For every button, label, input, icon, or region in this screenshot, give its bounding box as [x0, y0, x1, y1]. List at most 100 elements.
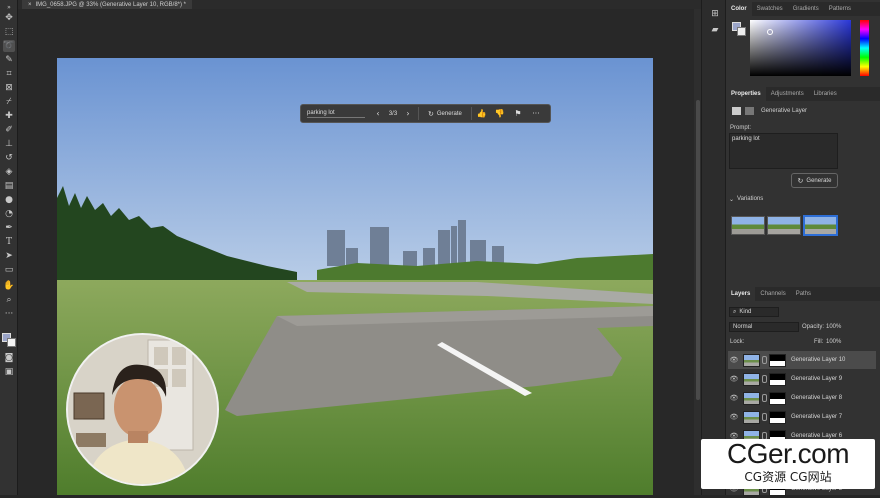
- variation-thumbnail-2[interactable]: [767, 216, 801, 235]
- flag-icon[interactable]: ⚑: [511, 109, 525, 118]
- visibility-eye-icon[interactable]: 👁: [728, 413, 740, 421]
- blend-mode-dropdown[interactable]: Normal: [729, 322, 799, 332]
- background-color-swatch[interactable]: [7, 338, 16, 347]
- chevron-down-icon: ⌄: [729, 197, 735, 203]
- variation-counter: 3/3: [388, 110, 398, 117]
- prompt-input[interactable]: parking lot: [307, 110, 365, 118]
- thumbs-down-icon[interactable]: 👎: [493, 109, 507, 118]
- tab-color[interactable]: Color: [726, 2, 752, 16]
- link-icon: [762, 413, 767, 421]
- layer-mask-thumbnail: [769, 353, 786, 367]
- brush-tool-icon[interactable]: ✐: [3, 124, 15, 136]
- lasso-tool-icon[interactable]: ➰: [3, 40, 15, 52]
- quick-mask-icon[interactable]: ◙: [3, 352, 15, 364]
- layer-thumbnail: [743, 391, 760, 405]
- filter-kind-value: Kind: [739, 309, 752, 315]
- fill-value[interactable]: 100%: [826, 339, 841, 345]
- marquee-tool-icon[interactable]: ⬚: [3, 26, 15, 38]
- refresh-icon: ↻: [797, 176, 804, 185]
- link-icon: [762, 394, 767, 402]
- tab-channels[interactable]: Channels: [755, 287, 790, 301]
- tab-paths[interactable]: Paths: [791, 287, 816, 301]
- clone-stamp-tool-icon[interactable]: ⊥: [3, 138, 15, 150]
- divider: [470, 107, 472, 120]
- tab-layers[interactable]: Layers: [726, 287, 756, 301]
- visibility-eye-icon[interactable]: 👁: [728, 356, 740, 364]
- right-panels: Color Swatches Gradients Patterns Proper…: [726, 0, 880, 496]
- previous-variation-icon[interactable]: ‹: [371, 109, 385, 118]
- rectangle-tool-icon[interactable]: ▭: [3, 264, 15, 276]
- watermark-title: CGer.com: [726, 438, 850, 469]
- close-tab-icon[interactable]: ×: [28, 2, 32, 8]
- layer-row-generative-8[interactable]: 👁 Generative Layer 8: [728, 389, 876, 407]
- mask-icon: [745, 107, 754, 115]
- frame-tool-icon[interactable]: ⊠: [3, 82, 15, 94]
- color-panel-tabs: Color Swatches Gradients Patterns: [726, 2, 880, 16]
- layer-name: Generative Layer 10: [791, 357, 846, 363]
- prompt-textarea[interactable]: parking lot: [729, 133, 838, 169]
- type-tool-icon[interactable]: T: [3, 236, 15, 248]
- tab-swatches[interactable]: Swatches: [752, 2, 788, 16]
- zoom-tool-icon[interactable]: ⌕: [3, 294, 15, 306]
- hue-slider[interactable]: [860, 20, 869, 76]
- comments-panel-icon[interactable]: ▰: [709, 24, 721, 36]
- presenter-video: [68, 335, 217, 484]
- fill-label: Fill:: [814, 339, 824, 345]
- generate-button[interactable]: ↻ Generate: [422, 108, 468, 120]
- hand-tool-icon[interactable]: ✋: [3, 280, 15, 292]
- quick-select-tool-icon[interactable]: ✎: [3, 54, 15, 66]
- tab-patterns[interactable]: Patterns: [824, 2, 856, 16]
- layer-row-generative-10[interactable]: 👁 Generative Layer 10: [728, 351, 876, 369]
- properties-panel-tabs: Properties Adjustments Libraries: [726, 87, 880, 101]
- watermark-subtitle: CG资源 CG网站: [744, 470, 832, 484]
- document-tab[interactable]: × IMG_0658.JPG @ 33% (Generative Layer 1…: [22, 0, 193, 9]
- eyedropper-tool-icon[interactable]: ⌿: [3, 96, 15, 108]
- variation-thumbnail-3[interactable]: [803, 215, 838, 236]
- tab-adjustments[interactable]: Adjustments: [766, 87, 809, 101]
- visibility-eye-icon[interactable]: 👁: [728, 394, 740, 402]
- more-tools-icon[interactable]: ···: [3, 308, 15, 320]
- color-field[interactable]: [750, 20, 851, 76]
- layer-name: Generative Layer 8: [791, 395, 843, 401]
- blur-tool-icon[interactable]: ●: [3, 194, 15, 206]
- history-brush-tool-icon[interactable]: ↺: [3, 152, 15, 164]
- crop-tool-icon[interactable]: ⌗: [3, 68, 15, 80]
- layers-panel-tabs: Layers Channels Paths: [726, 287, 880, 301]
- tab-properties[interactable]: Properties: [726, 87, 766, 101]
- eraser-tool-icon[interactable]: ◈: [3, 166, 15, 178]
- screen-mode-icon[interactable]: ▣: [3, 366, 15, 378]
- bg-color-chip[interactable]: [737, 27, 746, 36]
- lock-label: Lock:: [730, 339, 745, 345]
- path-selection-tool-icon[interactable]: ➤: [3, 250, 15, 262]
- gradient-tool-icon[interactable]: ▤: [3, 180, 15, 192]
- watermark-logo: CGer.com CG资源 CG网站: [701, 439, 875, 489]
- layer-name: Generative Layer 7: [791, 414, 843, 420]
- color-picker-handle[interactable]: [767, 29, 773, 35]
- pen-tool-icon[interactable]: ✒: [3, 222, 15, 234]
- refresh-icon: ↻: [428, 109, 434, 118]
- visibility-eye-icon[interactable]: 👁: [728, 375, 740, 383]
- tools-panel: » ✥ ⬚ ➰ ✎ ⌗ ⊠ ⌿ ✚ ✐ ⊥ ↺ ◈ ▤ ● ◔ ✒ T ➤ ▭ …: [0, 0, 18, 495]
- layer-thumbnail: [743, 372, 760, 386]
- dodge-tool-icon[interactable]: ◔: [3, 208, 15, 220]
- move-tool-icon[interactable]: ✥: [3, 12, 15, 24]
- panel-dock: ⊞ ▰: [701, 0, 726, 495]
- tab-gradients[interactable]: Gradients: [788, 2, 824, 16]
- layer-row-generative-9[interactable]: 👁 Generative Layer 9: [728, 370, 876, 388]
- tab-libraries[interactable]: Libraries: [809, 87, 842, 101]
- variations-header[interactable]: ⌄ Variations: [729, 196, 763, 203]
- healing-brush-tool-icon[interactable]: ✚: [3, 110, 15, 122]
- properties-generate-button[interactable]: ↻ Generate: [791, 173, 838, 188]
- variation-thumbnail-1[interactable]: [731, 216, 765, 235]
- link-icon: [762, 375, 767, 383]
- next-variation-icon[interactable]: ›: [401, 109, 415, 118]
- opacity-value[interactable]: 100%: [826, 324, 841, 330]
- document-title: IMG_0658.JPG @ 33% (Generative Layer 10,…: [35, 1, 187, 8]
- scrollbar-thumb[interactable]: [696, 100, 700, 400]
- layer-row-generative-7[interactable]: 👁 Generative Layer 7: [728, 408, 876, 426]
- history-panel-icon[interactable]: ⊞: [709, 8, 721, 20]
- layer-filter-dropdown[interactable]: ⌕ Kind: [729, 307, 779, 317]
- thumbs-up-icon[interactable]: 👍: [475, 109, 489, 118]
- more-options-icon[interactable]: ···: [529, 109, 543, 118]
- opacity-label: Opacity:: [802, 324, 825, 330]
